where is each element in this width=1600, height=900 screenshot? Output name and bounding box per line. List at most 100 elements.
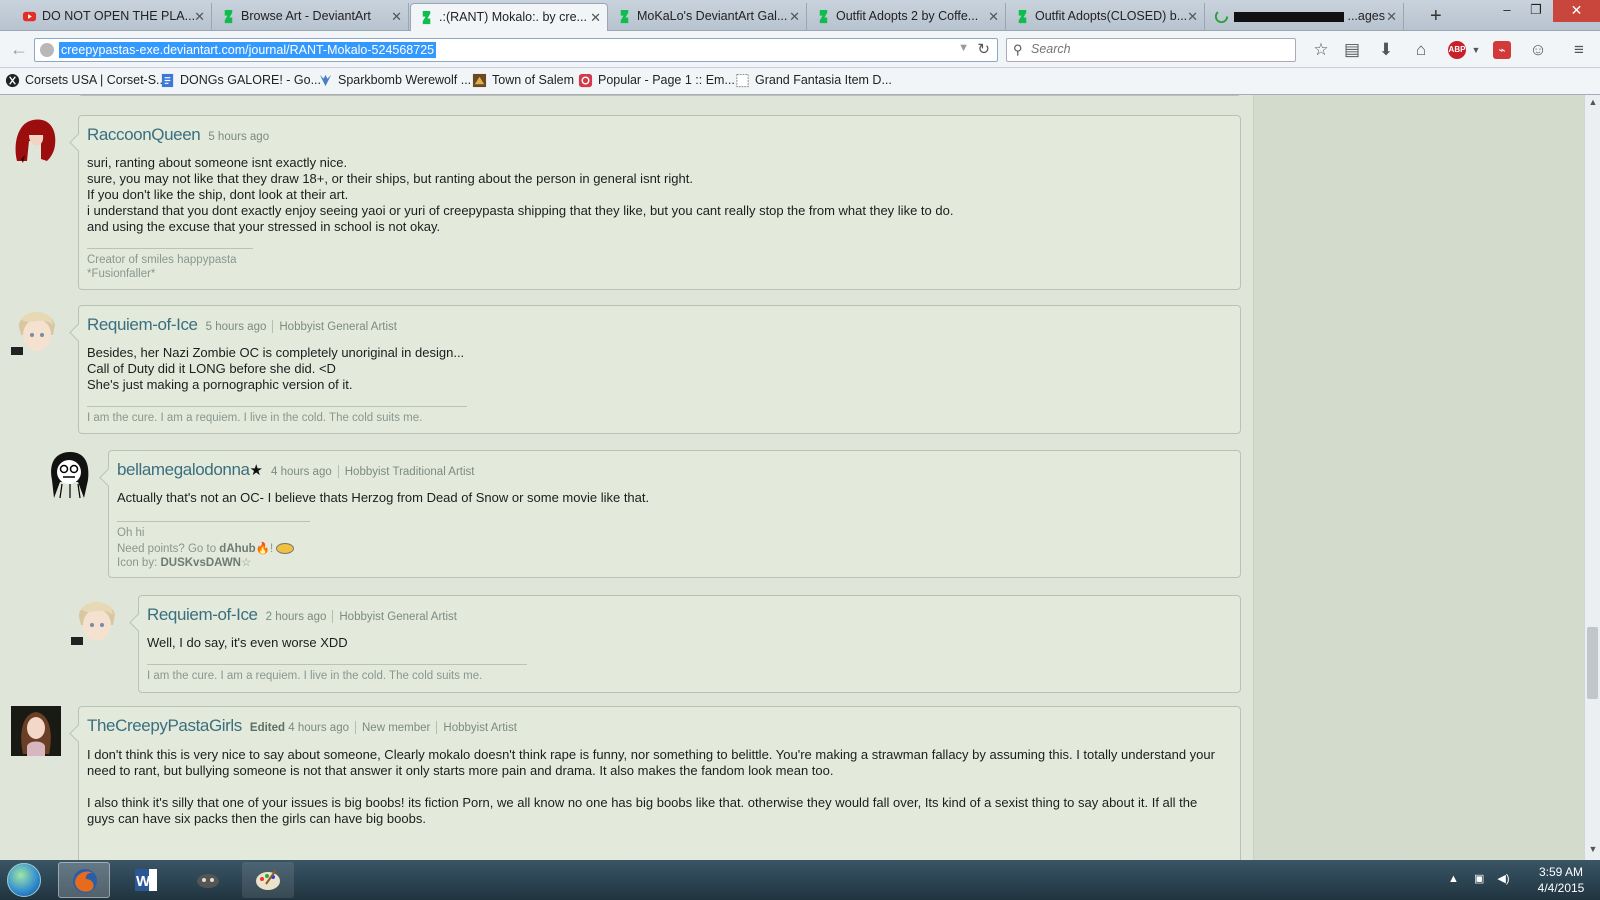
tab-close-icon[interactable]: ✕ xyxy=(1187,3,1198,30)
username-link[interactable]: Requiem-of-Ice xyxy=(87,315,198,334)
start-button[interactable] xyxy=(7,863,41,897)
tab-browse-art[interactable]: Browse Art - DeviantArt ✕ xyxy=(213,3,409,31)
bookmark-label: Grand Fantasia Item D... xyxy=(755,73,892,87)
tab-close-icon[interactable]: ✕ xyxy=(789,3,800,30)
star-outline-icon: ☆ xyxy=(240,557,252,569)
bookmark-star-icon[interactable]: ☆ xyxy=(1310,39,1332,61)
show-hidden-icons-icon[interactable]: ▲ xyxy=(1448,873,1459,885)
tab-youtube[interactable]: DO NOT OPEN THE PLA... ✕ xyxy=(14,3,212,31)
bookmark-item[interactable]: DONGs GALORE! - Go... xyxy=(160,73,321,88)
reading-list-icon[interactable]: ▤ xyxy=(1341,39,1363,61)
taskbar-word[interactable]: W xyxy=(120,862,172,898)
tab-close-icon[interactable]: ✕ xyxy=(988,3,999,30)
avatar[interactable] xyxy=(71,595,121,645)
paint-icon xyxy=(256,869,280,890)
premium-star-icon: ★ xyxy=(249,462,263,479)
thecreepypastagirls-avatar-icon xyxy=(11,706,61,756)
taskbar-paint[interactable] xyxy=(242,862,294,898)
tab-close-icon[interactable]: ✕ xyxy=(1386,3,1397,30)
tab-messages[interactable]: ...ages ✕ xyxy=(1206,3,1404,31)
game-icon xyxy=(197,874,219,888)
system-tray: ▲ ▣ ◀) xyxy=(1448,872,1510,885)
sparkbomb-icon xyxy=(319,74,332,87)
pdf-extension-icon[interactable]: ⌁ xyxy=(1493,41,1511,59)
raccoonqueen-avatar-icon xyxy=(11,115,61,165)
avatar[interactable] xyxy=(11,706,61,756)
comment-time[interactable]: 4 hours ago xyxy=(271,466,332,478)
fire-icon: 🔥 xyxy=(255,543,271,555)
back-button[interactable]: ← xyxy=(6,37,32,63)
restore-button[interactable]: ❐ xyxy=(1522,0,1550,22)
member-role: Hobbyist General Artist xyxy=(339,611,457,623)
search-icon: ⚲ xyxy=(1013,42,1023,57)
bookmark-label: Corsets USA | Corset-S... xyxy=(25,73,167,87)
vertical-scrollbar[interactable]: ▲ ▼ xyxy=(1584,95,1600,860)
scrollbar-thumb[interactable] xyxy=(1587,627,1598,699)
address-bar[interactable]: creepypastas-exe.deviantart.com/journal/… xyxy=(34,38,998,62)
taskbar-game[interactable] xyxy=(182,862,234,898)
chat-icon[interactable]: ☺ xyxy=(1527,39,1549,61)
home-icon[interactable]: ⌂ xyxy=(1410,39,1432,61)
tab-outfit-adopts-2[interactable]: Outfit Adopts 2 by Coffe... ✕ xyxy=(808,3,1006,31)
tab-close-icon[interactable]: ✕ xyxy=(391,3,402,30)
tab-close-icon[interactable]: ✕ xyxy=(194,3,205,30)
tab-close-icon[interactable]: ✕ xyxy=(590,4,601,31)
username-link[interactable]: Requiem-of-Ice xyxy=(147,605,258,624)
signature-text: I am the cure. I am a requiem. I live in… xyxy=(147,670,483,682)
reload-icon[interactable]: ↻ xyxy=(977,40,990,58)
username-link[interactable]: TheCreepyPastaGirls xyxy=(87,716,242,735)
signature-divider xyxy=(87,406,467,407)
avatar[interactable] xyxy=(11,305,61,355)
bookmark-item[interactable]: Grand Fantasia Item D... xyxy=(735,73,892,88)
comment-time[interactable]: 2 hours ago xyxy=(266,611,327,623)
bookmark-item[interactable]: Popular - Page 1 :: Em... xyxy=(578,73,735,88)
signature-divider xyxy=(147,664,527,665)
avatar[interactable] xyxy=(11,115,61,165)
signature-text: I am the cure. I am a requiem. I live in… xyxy=(87,412,423,424)
search-bar[interactable]: ⚲ xyxy=(1006,38,1296,62)
comment-time[interactable]: 5 hours ago xyxy=(208,131,269,143)
comment-time[interactable]: 5 hours ago xyxy=(206,321,267,333)
search-input[interactable] xyxy=(1031,42,1281,56)
blank-page-icon xyxy=(736,73,749,88)
network-icon[interactable]: ▣ xyxy=(1474,873,1484,885)
signature-points-line: Need points? Go to dAhub🔥! xyxy=(117,542,295,556)
signature-icon-line: Icon by: DUSKvsDAWN☆ xyxy=(117,557,252,569)
tab-mokalo-gallery[interactable]: MoKaLo's DeviantArt Gal... ✕ xyxy=(609,3,807,31)
menu-icon[interactable]: ≡ xyxy=(1568,39,1590,61)
username-link[interactable]: RaccoonQueen xyxy=(87,125,201,144)
avatar[interactable] xyxy=(44,450,94,500)
signature-divider xyxy=(87,248,253,249)
clock-time: 3:59 AM xyxy=(1538,865,1584,879)
tab-title: Outfit Adopts(CLOSED) b... xyxy=(1035,9,1188,23)
bookmark-item[interactable]: Town of Salem xyxy=(472,73,574,88)
url-text[interactable]: creepypastas-exe.deviantart.com/journal/… xyxy=(59,42,437,58)
comment: TheCreepyPastaGirls Edited 4 hours ago New… xyxy=(78,706,1241,860)
bookmark-item[interactable]: Sparkbomb Werewolf ... xyxy=(318,73,471,87)
history-dropdown-icon[interactable]: ▼ xyxy=(958,42,969,54)
downloads-icon[interactable]: ⬇ xyxy=(1375,39,1397,61)
bookmark-item[interactable]: Corsets USA | Corset-S... xyxy=(5,73,167,88)
adblock-dropdown-icon[interactable]: ▼ xyxy=(1465,39,1487,61)
tab-rant-mokalo[interactable]: .:(RANT) Mokalo:. by cre... ✕ xyxy=(410,3,608,31)
username-link[interactable]: bellamegalodonna xyxy=(117,460,250,479)
navigation-toolbar: ← creepypastas-exe.deviantart.com/journa… xyxy=(0,31,1600,68)
taskbar-clock[interactable]: 3:59 AM 4/4/2015 xyxy=(1526,864,1596,896)
new-tab-button[interactable]: + xyxy=(1430,3,1442,29)
adblock-plus-icon[interactable]: ABP xyxy=(1448,41,1466,59)
scroll-down-icon[interactable]: ▼ xyxy=(1585,844,1600,858)
duskvsdawn-link[interactable]: DUSKvsDAWN xyxy=(160,557,241,569)
close-window-button[interactable]: ✕ xyxy=(1553,0,1600,22)
tab-outfit-adopts-closed[interactable]: Outfit Adopts(CLOSED) b... ✕ xyxy=(1007,3,1205,31)
comment-time[interactable]: 4 hours ago xyxy=(288,722,349,734)
word-icon: W xyxy=(135,869,157,891)
deviantart-icon xyxy=(620,9,629,24)
minimize-button[interactable]: – xyxy=(1493,0,1521,22)
dahub-link[interactable]: dAhub xyxy=(219,543,255,555)
redacted-text xyxy=(1234,11,1344,22)
scroll-up-icon[interactable]: ▲ xyxy=(1585,97,1600,111)
corset-icon xyxy=(5,73,20,88)
bookmark-label: Sparkbomb Werewolf ... xyxy=(338,73,472,87)
taskbar-firefox[interactable] xyxy=(58,862,110,898)
volume-icon[interactable]: ◀) xyxy=(1497,873,1509,885)
